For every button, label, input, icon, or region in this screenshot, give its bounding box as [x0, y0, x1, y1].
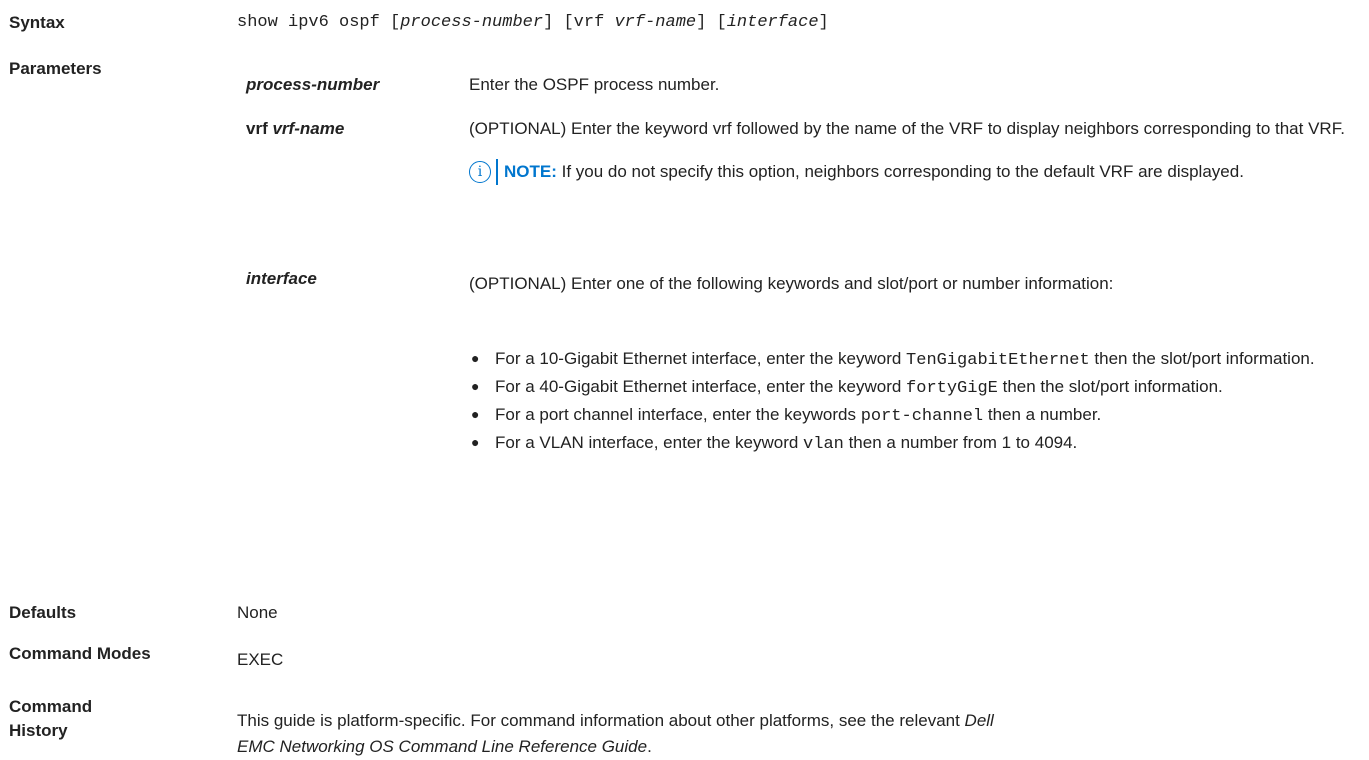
command-history-label-line2: History	[9, 721, 68, 740]
command-history-label-line1: Command	[9, 697, 93, 716]
defaults-label: Defaults	[9, 603, 77, 622]
note-body: NOTE: If you do not specify this option,…	[496, 159, 1244, 185]
list-item: ● For a VLAN interface, enter the keywor…	[471, 433, 1078, 454]
param-process-number-name: process-number	[246, 75, 380, 94]
syntax-mid1: ] [vrf	[543, 13, 615, 32]
syntax-suffix: ]	[818, 13, 829, 32]
param-vrf-keyword: vrf	[246, 119, 273, 138]
syntax-arg-vrf: vrf-name	[614, 13, 697, 32]
syntax-arg-interface: interface	[726, 13, 819, 32]
param-vrf-name: vrf vrf-name	[246, 116, 344, 142]
syntax-command: show ipv6 ospf [process-number] [vrf vrf…	[237, 12, 829, 34]
param-interface-desc: (OPTIONAL) Enter one of the following ke…	[469, 274, 1114, 293]
bullet-icon: ●	[471, 378, 480, 394]
command-modes-value: EXEC	[237, 650, 284, 669]
list-item: ● For a port channel interface, enter th…	[471, 405, 1102, 426]
syntax-prefix: show ipv6 ospf [	[237, 13, 401, 32]
bullet-icon: ●	[471, 406, 480, 422]
command-modes-label: Command Modes	[9, 644, 151, 663]
info-icon: i	[469, 161, 491, 183]
param-process-number-desc: Enter the OSPF process number.	[469, 75, 720, 94]
list-item: ● For a 10-Gigabit Ethernet interface, e…	[471, 349, 1315, 370]
param-vrf-desc: (OPTIONAL) Enter the keyword vrf followe…	[469, 119, 1345, 138]
parameters-label: Parameters	[9, 59, 102, 78]
syntax-label: Syntax	[9, 13, 65, 32]
param-interface-name: interface	[246, 269, 317, 288]
note-label: NOTE:	[504, 162, 557, 181]
defaults-value: None	[237, 603, 278, 622]
interface-options-list: ● For a 10-Gigabit Ethernet interface, e…	[469, 347, 1359, 459]
keyword-code: TenGigabitEthernet	[906, 351, 1090, 370]
note-text: If you do not specify this option, neigh…	[556, 162, 1244, 181]
vrf-note: i NOTE: If you do not specify this optio…	[469, 159, 1349, 185]
param-vrf-arg: vrf-name	[272, 119, 345, 138]
bullet-icon: ●	[471, 350, 480, 366]
command-history-label: Command History	[9, 696, 92, 742]
keyword-code: vlan	[803, 435, 844, 454]
bullet-icon: ●	[471, 434, 480, 450]
keyword-code: port-channel	[860, 407, 984, 426]
command-history-text: This guide is platform-specific. For com…	[237, 711, 994, 756]
keyword-code: fortyGigE	[906, 379, 998, 398]
syntax-mid2: ] [	[696, 13, 727, 32]
syntax-arg-process: process-number	[400, 13, 544, 32]
list-item: ● For a 40-Gigabit Ethernet interface, e…	[471, 377, 1223, 398]
